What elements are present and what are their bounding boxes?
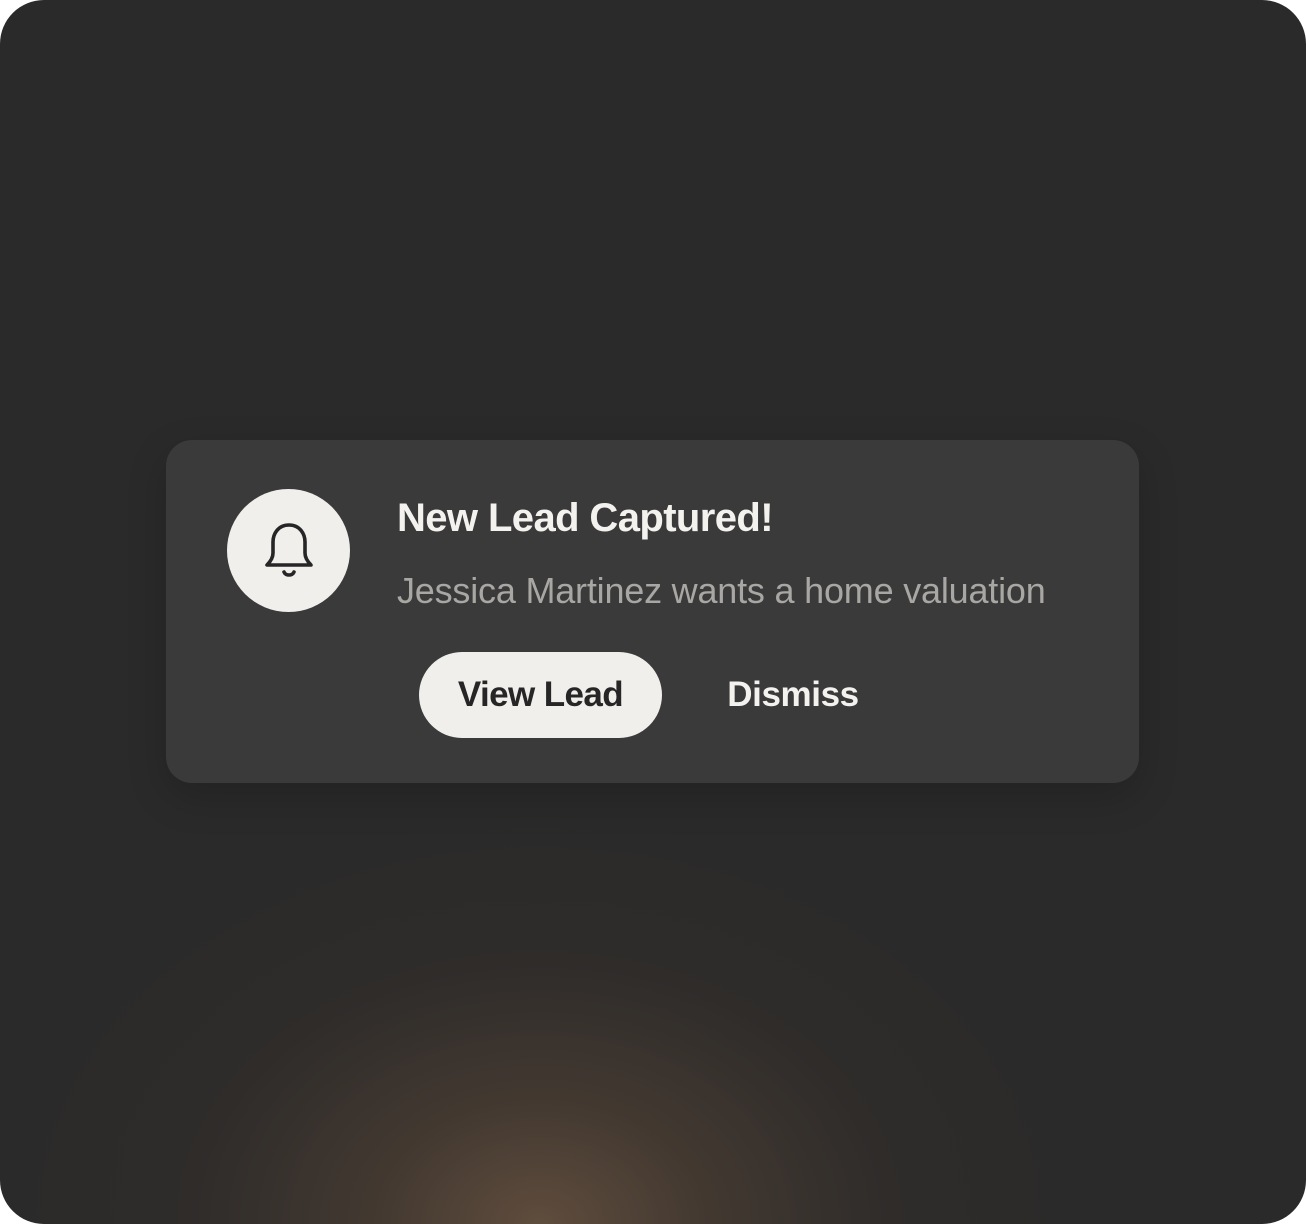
bell-icon — [264, 522, 313, 577]
notification-icon-badge — [227, 489, 350, 612]
notification-message: Jessica Martinez wants a home valuation — [397, 570, 1046, 611]
app-background: New Lead Captured! Jessica Martinez want… — [0, 0, 1306, 1224]
view-lead-button[interactable]: View Lead — [419, 652, 662, 738]
lead-notification-toast: New Lead Captured! Jessica Martinez want… — [166, 440, 1139, 783]
dismiss-button[interactable]: Dismiss — [706, 652, 880, 738]
notification-title: New Lead Captured! — [397, 496, 774, 540]
